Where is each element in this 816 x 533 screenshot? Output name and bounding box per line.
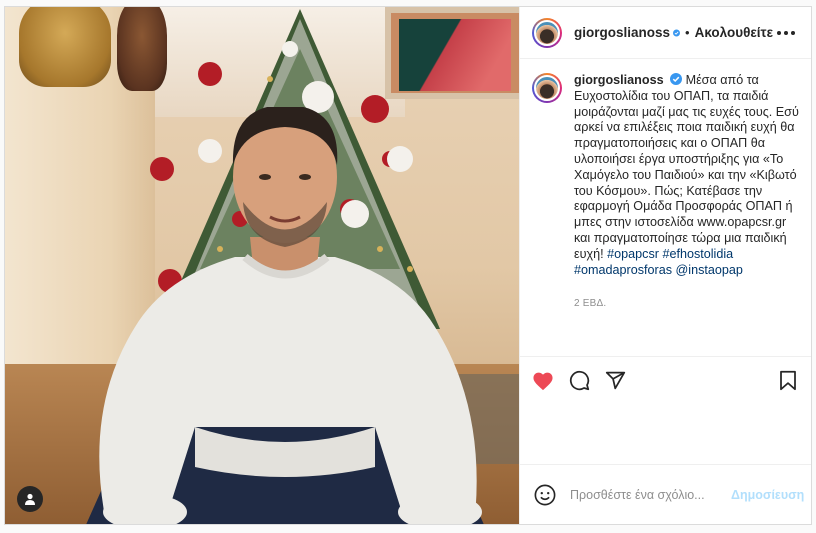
caption: giorgoslianoss Μέσα από τα Ευχοστολίδια … (574, 73, 799, 356)
author-avatar[interactable] (532, 17, 562, 48)
like-button[interactable] (532, 370, 554, 392)
more-options-button[interactable] (773, 27, 799, 39)
comment-bar: Δημοσίευση (520, 464, 811, 524)
save-button[interactable] (777, 370, 799, 392)
bookmark-icon (780, 370, 796, 391)
caption-text: Μέσα από τα Ευχοστολίδια του ΟΠΑΠ, τα πα… (574, 73, 799, 261)
user-tag-icon (25, 493, 35, 505)
tag-user-button[interactable] (17, 486, 43, 512)
caption-avatar[interactable] (532, 73, 562, 103)
post-header: giorgoslianoss • Ακολουθείτε (520, 7, 811, 59)
caption-username[interactable]: giorgoslianoss (574, 73, 664, 87)
post-comment-button[interactable]: Δημοσίευση (731, 488, 804, 502)
emoji-icon (534, 484, 556, 505)
emoji-button[interactable] (534, 484, 556, 506)
man-sitting (45, 105, 519, 524)
hashtag-link[interactable]: #omadaprosforas (574, 263, 672, 277)
author-username[interactable]: giorgoslianoss (574, 25, 670, 40)
heart-icon (533, 372, 553, 390)
hashtag-link[interactable]: #efhostolidia (662, 247, 733, 261)
post-timestamp[interactable]: 2 ΕΒΔ. (574, 296, 799, 312)
action-bar (520, 356, 811, 404)
verified-badge-icon (670, 73, 683, 85)
mention-link[interactable]: @instaopap (676, 263, 743, 277)
hashtag-link[interactable]: #opapcsr (607, 247, 659, 261)
separator-dot: • (685, 25, 690, 40)
verified-badge-icon (673, 29, 681, 36)
post-sidebar: giorgoslianoss • Ακολουθείτε giorgoslian… (519, 7, 811, 524)
comment-input[interactable] (570, 487, 731, 502)
caption-area: giorgoslianoss Μέσα από τα Ευχοστολίδια … (520, 59, 811, 356)
guitar (19, 7, 111, 87)
more-options-icon (777, 30, 781, 35)
share-button[interactable] (604, 370, 626, 392)
post-photo[interactable] (5, 7, 519, 524)
comment-icon (569, 370, 589, 391)
paper-plane-icon (605, 371, 625, 390)
comment-button[interactable] (568, 370, 590, 392)
instagram-post-modal: giorgoslianoss • Ακολουθείτε giorgoslian… (4, 6, 812, 525)
following-button[interactable]: Ακολουθείτε (695, 25, 773, 40)
